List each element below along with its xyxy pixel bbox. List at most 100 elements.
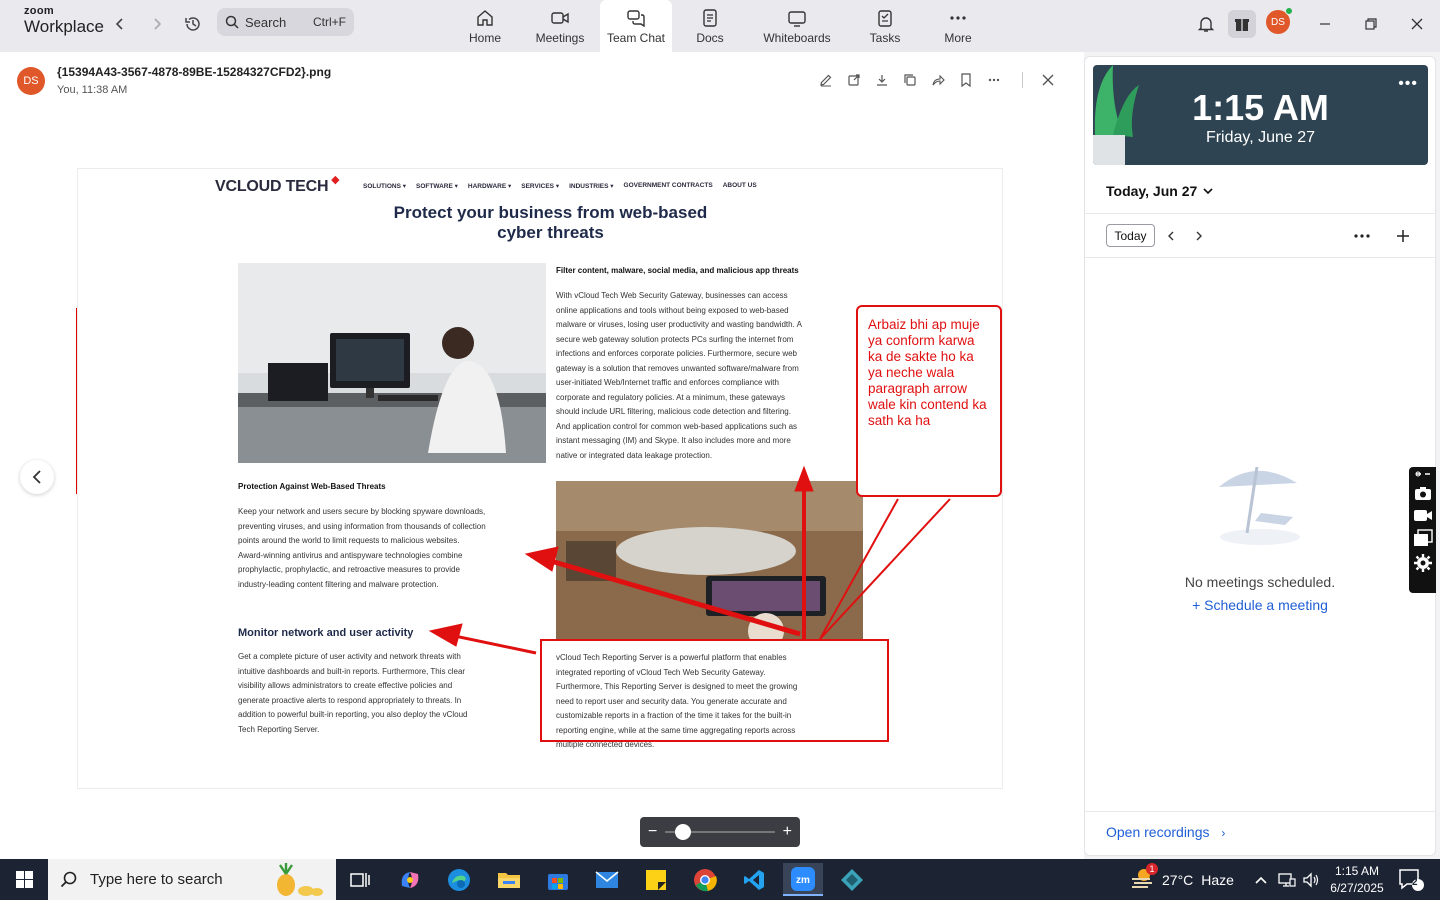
network-icon bbox=[1278, 872, 1296, 887]
vscode-icon bbox=[744, 869, 764, 890]
camera-icon[interactable] bbox=[1414, 485, 1432, 501]
tab-docs[interactable]: Docs bbox=[674, 0, 746, 52]
share-button[interactable] bbox=[928, 70, 948, 90]
annotation-callout-note: Arbaiz bhi ap muje ya conform karwa ka d… bbox=[856, 305, 1002, 497]
download-icon bbox=[877, 75, 887, 86]
weather-widget[interactable]: 1 27°C Haze bbox=[1130, 859, 1234, 900]
taskbar-edge[interactable] bbox=[439, 863, 479, 896]
plus-icon bbox=[1397, 230, 1409, 242]
diamond-app-icon bbox=[841, 868, 863, 891]
add-event-button[interactable] bbox=[1392, 225, 1414, 247]
clock-more-button[interactable]: ••• bbox=[1398, 75, 1418, 93]
shared-image: VCLOUD TECH ◆ SOLUTIONS ▾ SOFTWARE ▾ HAR… bbox=[77, 168, 1003, 789]
store-icon bbox=[548, 873, 568, 890]
weather-desc: Haze bbox=[1201, 871, 1234, 888]
copy-button[interactable] bbox=[900, 70, 920, 90]
video-record-icon[interactable] bbox=[1413, 507, 1433, 523]
taskbar-mail[interactable] bbox=[587, 863, 627, 896]
more-dots-icon bbox=[950, 16, 966, 20]
chrome-browser-icon bbox=[694, 868, 717, 891]
start-button[interactable] bbox=[0, 859, 48, 900]
zoom-in-button[interactable]: + bbox=[783, 823, 792, 841]
search-icon bbox=[60, 871, 77, 887]
restore-button[interactable] bbox=[1357, 10, 1385, 38]
whiteboard-icon bbox=[788, 11, 806, 27]
tab-whiteboards[interactable]: Whiteboards bbox=[752, 0, 842, 52]
notification-icon bbox=[1399, 869, 1424, 891]
history-icon bbox=[185, 17, 200, 31]
network-status[interactable] bbox=[1278, 859, 1296, 900]
schedule-meeting-link[interactable]: + Schedule a meeting bbox=[1085, 597, 1435, 613]
zoom-slider-knob[interactable] bbox=[674, 824, 691, 840]
download-button[interactable] bbox=[872, 70, 892, 90]
taskbar-clock[interactable]: 1:15 AM 6/27/2025 bbox=[1322, 863, 1392, 897]
taskbar-store[interactable] bbox=[538, 863, 578, 896]
more-dots-icon bbox=[1354, 234, 1370, 238]
link-icon[interactable] bbox=[1414, 469, 1432, 479]
weather-temp: 27°C bbox=[1162, 871, 1194, 888]
history-button[interactable] bbox=[181, 12, 205, 36]
video-camera-icon bbox=[551, 12, 569, 24]
search-box[interactable]: Search Ctrl+F bbox=[217, 8, 354, 36]
close-icon bbox=[1042, 74, 1054, 86]
gear-icon[interactable] bbox=[1413, 553, 1433, 573]
taskbar-zoom[interactable]: zm bbox=[783, 863, 823, 896]
current-time: 1:15 AM bbox=[1192, 87, 1329, 128]
chevron-left-icon bbox=[1168, 231, 1174, 241]
notification-center-button[interactable]: 2 bbox=[1398, 868, 1424, 897]
back-button[interactable] bbox=[108, 12, 132, 36]
taskbar-search[interactable]: Type here to search bbox=[48, 859, 336, 900]
show-hidden-icons-button[interactable] bbox=[1254, 859, 1268, 900]
taskbar-app-diamond[interactable] bbox=[832, 863, 872, 896]
notifications-button[interactable] bbox=[1192, 10, 1220, 38]
open-external-button[interactable] bbox=[844, 70, 864, 90]
zoom-workplace-logo: zoom Workplace bbox=[24, 5, 104, 36]
open-recordings-link[interactable]: Open recordings › bbox=[1106, 824, 1225, 840]
tab-team-chat[interactable]: Team Chat bbox=[600, 0, 672, 52]
home-icon bbox=[477, 10, 493, 26]
close-icon bbox=[1411, 18, 1423, 30]
copy-icon bbox=[904, 74, 916, 86]
previous-image-button[interactable] bbox=[20, 460, 54, 494]
tasks-icon bbox=[878, 10, 892, 27]
annotate-button[interactable] bbox=[816, 70, 836, 90]
zoom-app-icon: zm bbox=[791, 866, 815, 891]
tab-home[interactable]: Home bbox=[449, 0, 521, 52]
chevron-right-icon bbox=[154, 18, 162, 30]
task-view-button[interactable] bbox=[340, 863, 380, 896]
edge-browser-icon bbox=[448, 868, 470, 891]
tab-meetings[interactable]: Meetings bbox=[524, 0, 596, 52]
taskbar-copilot[interactable] bbox=[390, 863, 430, 896]
taskbar-sticky-notes[interactable] bbox=[636, 863, 676, 896]
zoom-out-button[interactable]: − bbox=[648, 823, 657, 841]
forward-button[interactable] bbox=[145, 12, 169, 36]
minimize-button[interactable] bbox=[1311, 10, 1339, 38]
beach-umbrella-icon bbox=[1219, 466, 1300, 545]
previous-day-button[interactable] bbox=[1160, 225, 1182, 247]
gift-button[interactable] bbox=[1228, 10, 1256, 38]
taskbar-vscode[interactable] bbox=[734, 863, 774, 896]
more-options-button[interactable] bbox=[984, 70, 1004, 90]
no-meetings-text: No meetings scheduled. bbox=[1184, 574, 1336, 590]
sticky-notes-icon bbox=[646, 869, 666, 890]
volume-control[interactable] bbox=[1302, 859, 1320, 900]
taskbar-chrome[interactable] bbox=[685, 863, 725, 896]
presence-status-dot bbox=[1285, 7, 1293, 15]
today-button[interactable]: Today bbox=[1106, 224, 1155, 247]
tab-tasks[interactable]: Tasks bbox=[849, 0, 921, 52]
toolbar-divider bbox=[1022, 72, 1023, 88]
calendar-more-button[interactable] bbox=[1351, 225, 1373, 247]
user-avatar[interactable]: DS bbox=[1266, 7, 1293, 34]
tab-more[interactable]: More bbox=[922, 0, 994, 52]
taskbar-file-explorer[interactable] bbox=[489, 863, 529, 896]
search-placeholder: Search bbox=[245, 14, 287, 30]
bookmark-button[interactable] bbox=[956, 70, 976, 90]
next-day-button[interactable] bbox=[1188, 225, 1210, 247]
close-viewer-button[interactable] bbox=[1038, 70, 1058, 90]
task-view-icon bbox=[350, 872, 370, 887]
close-window-button[interactable] bbox=[1403, 10, 1431, 38]
zoom-slider-track[interactable] bbox=[665, 824, 775, 840]
window-capture-icon[interactable] bbox=[1413, 529, 1433, 547]
day-selector[interactable]: Today, Jun 27 bbox=[1106, 183, 1213, 199]
folder-icon bbox=[498, 872, 520, 888]
